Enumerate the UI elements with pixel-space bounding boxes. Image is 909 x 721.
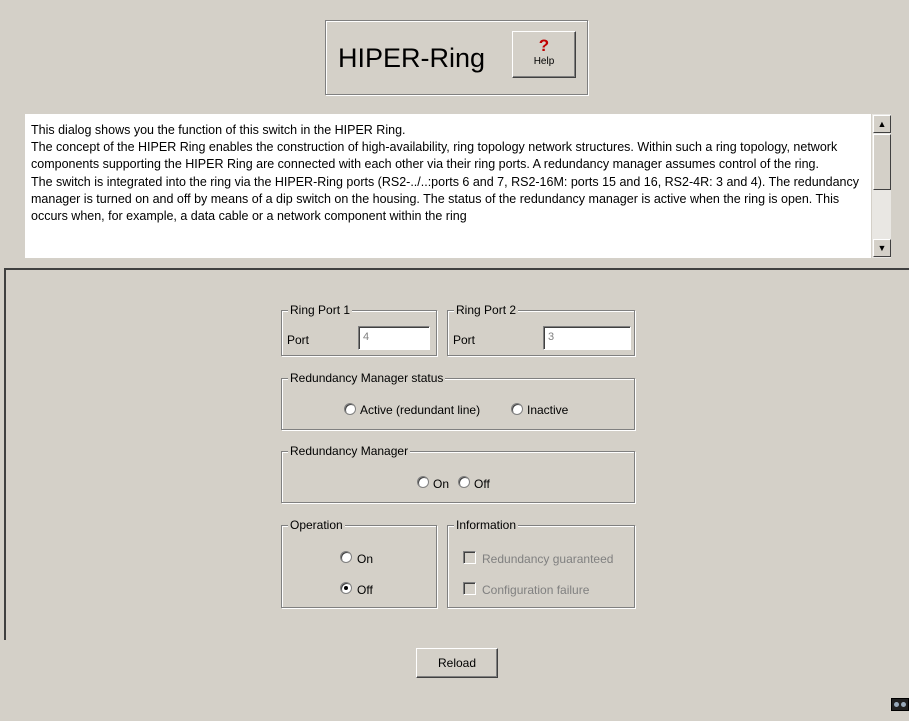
help-label: Help: [533, 56, 555, 67]
scroll-down-icon[interactable]: ▼: [873, 239, 891, 257]
redundancy-guaranteed-label: Redundancy guaranteed: [482, 552, 614, 566]
help-icon: ?: [538, 36, 550, 55]
ring-port-1-legend: Ring Port 1: [288, 303, 353, 317]
header-area: HIPER-Ring ? Help This dialog shows you …: [0, 0, 909, 268]
operation-group: Operation On Off: [281, 518, 437, 608]
help-button[interactable]: ? Help: [512, 31, 576, 78]
rm-on-label: On: [433, 477, 450, 491]
description-text: This dialog shows you the function of th…: [31, 122, 867, 225]
rm-status-inactive-radio[interactable]: [511, 403, 523, 415]
operation-off-radio[interactable]: [340, 582, 352, 594]
vertical-scrollbar[interactable]: ▲ ▼: [871, 114, 891, 258]
ring-port-2-group: Ring Port 2 Port 3: [447, 303, 635, 356]
page-title: HIPER-Ring: [338, 43, 486, 73]
rm-status-inactive-label: Inactive: [527, 403, 569, 417]
rm-off-radio[interactable]: [458, 476, 470, 488]
operation-off-label: Off: [357, 583, 373, 597]
information-legend: Information: [454, 518, 519, 532]
redundancy-manager-legend: Redundancy Manager: [288, 444, 411, 458]
information-group: Information Redundancy guaranteed Config…: [447, 518, 635, 608]
rm-status-group: Redundancy Manager status Active (redund…: [281, 371, 635, 430]
reload-button[interactable]: Reload: [416, 648, 498, 678]
configuration-failure-label: Configuration failure: [482, 583, 590, 597]
operation-legend: Operation: [288, 518, 345, 532]
description-paragraph: The switch is integrated into the ring v…: [31, 174, 859, 224]
ring-port-1-label: Port: [287, 333, 310, 347]
ring-port-1-input[interactable]: 4: [358, 326, 430, 350]
rm-status-legend: Redundancy Manager status: [288, 371, 446, 385]
scrollbar-thumb[interactable]: [873, 134, 891, 190]
description-paragraph: This dialog shows you the function of th…: [31, 123, 406, 137]
description-paragraph: The concept of the HIPER Ring enables th…: [31, 140, 838, 172]
redundancy-manager-group: Redundancy Manager On Off: [281, 444, 635, 503]
redundancy-guaranteed-checkbox: [463, 551, 476, 564]
connection-status-icon: [891, 698, 909, 711]
ring-port-1-group: Ring Port 1 Port 4: [281, 303, 437, 356]
ring-port-2-input[interactable]: 3: [543, 326, 631, 350]
configuration-failure-checkbox: [463, 582, 476, 595]
title-panel: HIPER-Ring ? Help: [325, 20, 588, 95]
description-textarea[interactable]: This dialog shows you the function of th…: [25, 114, 891, 258]
rm-status-active-label: Active (redundant line): [360, 403, 481, 417]
ring-port-2-legend: Ring Port 2: [454, 303, 519, 317]
rm-status-active-radio[interactable]: [344, 403, 356, 415]
operation-on-radio[interactable]: [340, 551, 352, 563]
operation-on-label: On: [357, 552, 374, 566]
rm-on-radio[interactable]: [417, 476, 429, 488]
ring-port-2-label: Port: [453, 333, 476, 347]
scroll-up-icon[interactable]: ▲: [873, 115, 891, 133]
rm-off-label: Off: [474, 477, 490, 491]
settings-panel: Ring Port 1 Port 4 Ring Port 2 Port 3 Re…: [4, 268, 909, 640]
